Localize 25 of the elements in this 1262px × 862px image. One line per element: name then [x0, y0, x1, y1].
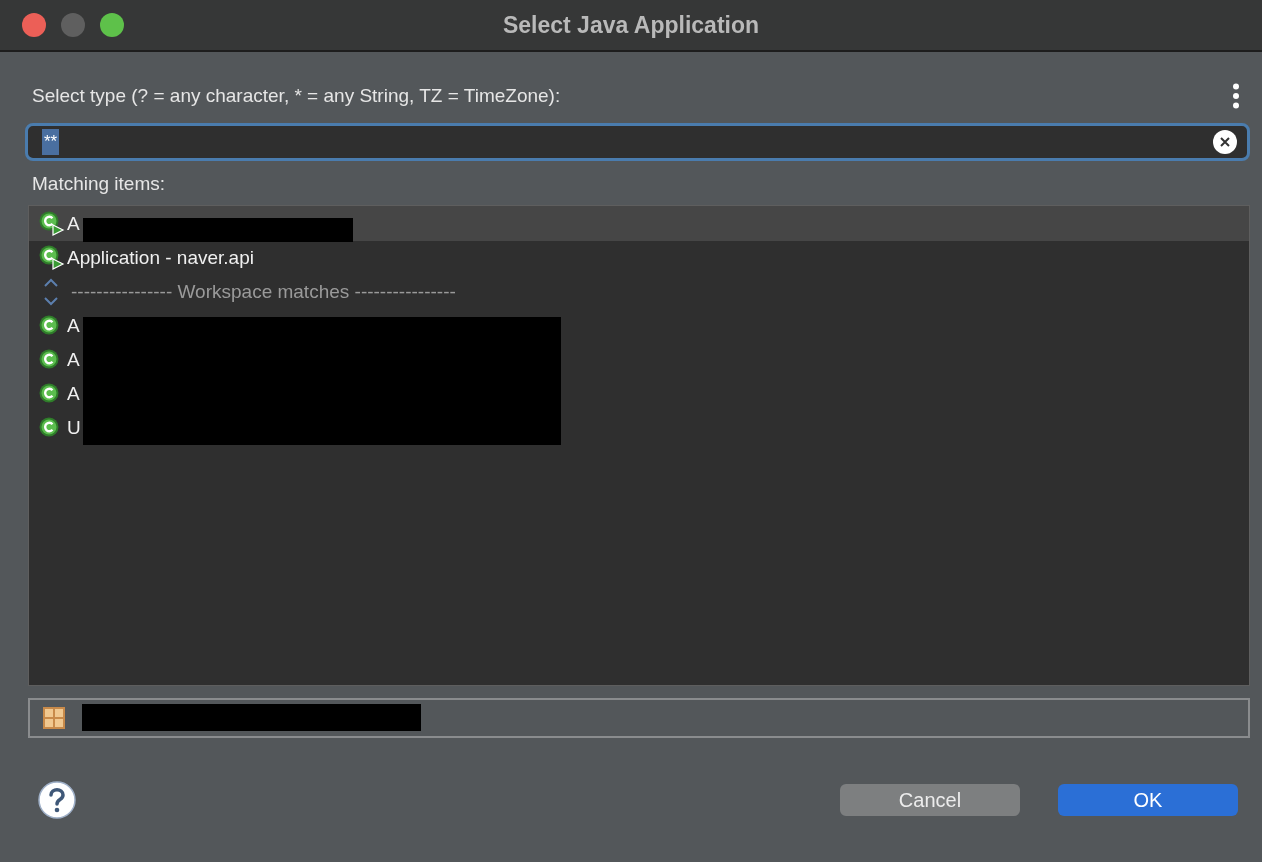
- collapse-expand-icon[interactable]: [41, 277, 61, 307]
- package-icon: [42, 706, 66, 730]
- list-item-label[interactable]: A: [67, 349, 80, 371]
- window-title: Select Java Application: [502, 11, 760, 39]
- clear-icon[interactable]: [1213, 130, 1237, 154]
- close-button[interactable]: [22, 13, 46, 37]
- separator-label: ---------------- Workspace matches ----------------: [71, 281, 456, 303]
- more-options-icon[interactable]: [1232, 83, 1240, 109]
- list-item-label[interactable]: A: [67, 212, 80, 235]
- filter-label: Select type (? = any character, * = any String, TZ = TimeZone):: [32, 85, 561, 107]
- class-icon: [39, 417, 61, 439]
- list-item-label[interactable]: A: [67, 315, 80, 337]
- run-class-icon: [39, 210, 65, 237]
- search-field[interactable]: **: [25, 123, 1250, 161]
- run-class-icon: [39, 245, 65, 271]
- class-icon: [39, 383, 61, 405]
- matching-items-label: Matching items:: [32, 173, 166, 194]
- list-item-label[interactable]: U: [67, 417, 81, 439]
- zoom-button[interactable]: [100, 13, 124, 37]
- list-item-label[interactable]: A: [67, 383, 80, 405]
- list-item-label[interactable]: Application - naver.api: [67, 247, 254, 269]
- class-icon: [39, 349, 61, 371]
- class-icon: [39, 315, 61, 337]
- ok-button[interactable]: OK: [1058, 784, 1238, 816]
- help-icon[interactable]: [38, 781, 76, 819]
